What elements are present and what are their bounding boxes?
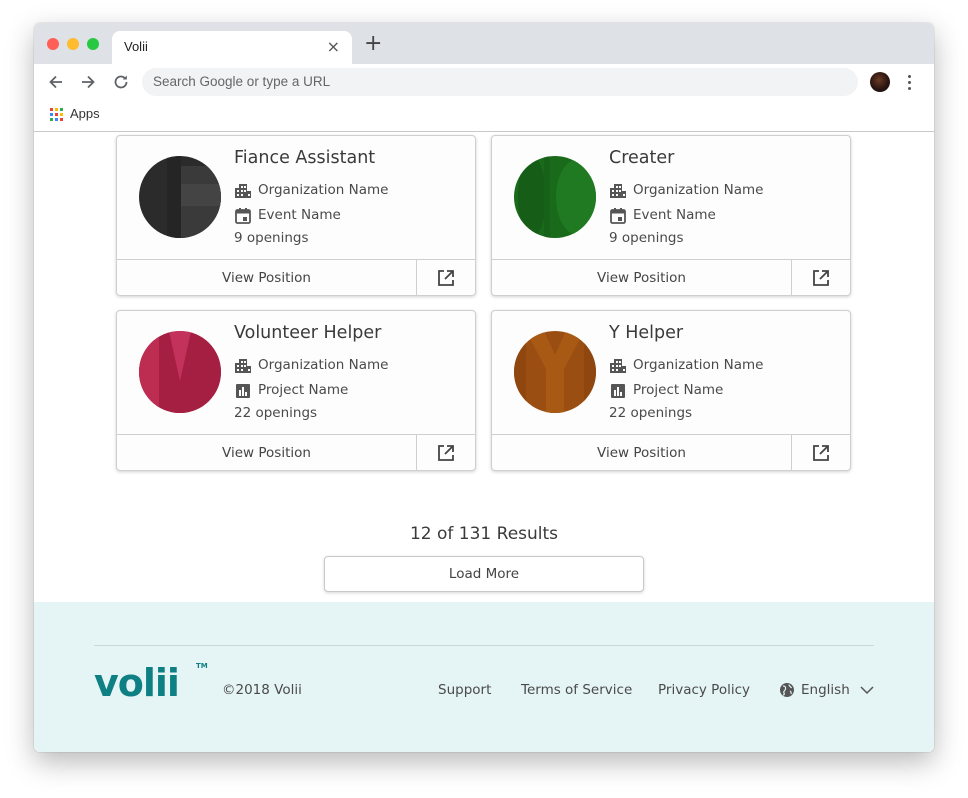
logo-wordmark: volii <box>94 661 179 704</box>
organization-name[interactable]: Organization Name <box>258 182 388 198</box>
browser-toolbar: Search Google or type a URL <box>34 64 934 100</box>
tab-title: Volii <box>124 39 148 54</box>
results-count: 12 of 131 Results <box>409 524 559 544</box>
position-title[interactable]: Y Helper <box>609 323 683 343</box>
openings-count: 9 openings <box>234 230 309 246</box>
chart-icon <box>611 384 625 398</box>
address-bar[interactable]: Search Google or type a URL <box>142 68 858 96</box>
page-content: Fiance Assistant Organization Name Event… <box>34 132 934 752</box>
position-image <box>514 331 596 413</box>
view-position-button[interactable]: View Position <box>492 435 792 470</box>
view-position-button[interactable]: View Position <box>117 260 417 295</box>
chart-icon <box>236 384 250 398</box>
openings-count: 22 openings <box>609 405 693 421</box>
browser-tab[interactable]: Volii × <box>112 31 352 64</box>
apps-grid-icon <box>50 108 63 121</box>
position-title[interactable]: Creater <box>609 148 674 168</box>
event-name[interactable]: Event Name <box>633 207 716 223</box>
open-external-icon <box>813 445 829 461</box>
building-icon <box>235 359 251 373</box>
view-position-button[interactable]: View Position <box>117 435 417 470</box>
close-window-button[interactable] <box>47 38 59 50</box>
reload-icon[interactable] <box>111 72 131 92</box>
browser-menu-icon[interactable] <box>908 75 911 93</box>
open-external-icon <box>438 270 454 286</box>
position-card: Volunteer Helper Organization Name Proje… <box>116 310 476 471</box>
position-card: Y Helper Organization Name Project Name … <box>491 310 851 471</box>
building-icon <box>610 184 626 198</box>
openings-count: 9 openings <box>609 230 684 246</box>
address-bar-placeholder: Search Google or type a URL <box>153 74 331 89</box>
volii-logo[interactable]: volii TM <box>94 654 212 704</box>
project-name[interactable]: Project Name <box>633 382 723 398</box>
globe-icon <box>780 683 794 697</box>
bookmarks-bar: Apps <box>34 100 934 132</box>
zoom-window-button[interactable] <box>87 38 99 50</box>
project-name[interactable]: Project Name <box>258 382 348 398</box>
view-position-button[interactable]: View Position <box>492 260 792 295</box>
building-icon <box>235 184 251 198</box>
open-external-button[interactable] <box>417 260 475 295</box>
bookmark-apps[interactable]: Apps <box>70 106 100 121</box>
position-image <box>139 331 221 413</box>
organization-name[interactable]: Organization Name <box>258 357 388 373</box>
footer-link-support[interactable]: Support <box>438 682 491 698</box>
open-external-icon <box>813 270 829 286</box>
forward-arrow-icon[interactable] <box>78 72 98 92</box>
footer: volii TM ©2018 Volii Support Terms of Se… <box>34 602 934 752</box>
event-name[interactable]: Event Name <box>258 207 341 223</box>
new-tab-button[interactable]: + <box>364 33 382 55</box>
building-icon <box>610 359 626 373</box>
openings-count: 22 openings <box>234 405 318 421</box>
position-title[interactable]: Fiance Assistant <box>234 148 375 168</box>
minimize-window-button[interactable] <box>67 38 79 50</box>
position-image <box>139 156 221 238</box>
position-title[interactable]: Volunteer Helper <box>234 323 381 343</box>
open-external-icon <box>438 445 454 461</box>
card-actions: View Position <box>492 434 850 470</box>
organization-name[interactable]: Organization Name <box>633 182 763 198</box>
open-external-button[interactable] <box>792 260 850 295</box>
card-actions: View Position <box>117 434 475 470</box>
copyright-text: ©2018 Volii <box>222 682 302 698</box>
load-more-button[interactable]: Load More <box>324 556 644 592</box>
card-actions: View Position <box>117 259 475 295</box>
language-label: English <box>801 682 850 698</box>
calendar-icon <box>610 208 626 224</box>
tab-strip: Volii × + <box>34 23 934 64</box>
open-external-button[interactable] <box>792 435 850 470</box>
footer-divider <box>94 645 874 646</box>
position-card: Fiance Assistant Organization Name Event… <box>116 135 476 296</box>
logo-trademark: TM <box>196 662 208 670</box>
chevron-down-icon <box>860 686 874 695</box>
browser-window: Volii × + Search Google or type a URL Ap… <box>34 23 934 752</box>
tab-close-icon[interactable]: × <box>327 37 340 56</box>
footer-link-terms[interactable]: Terms of Service <box>521 682 632 698</box>
calendar-icon <box>235 208 251 224</box>
card-actions: View Position <box>492 259 850 295</box>
position-image <box>514 156 596 238</box>
back-arrow-icon[interactable] <box>46 72 66 92</box>
footer-link-privacy[interactable]: Privacy Policy <box>658 682 750 698</box>
open-external-button[interactable] <box>417 435 475 470</box>
profile-avatar[interactable] <box>870 72 890 92</box>
organization-name[interactable]: Organization Name <box>633 357 763 373</box>
position-card: Creater Organization Name Event Name 9 o… <box>491 135 851 296</box>
